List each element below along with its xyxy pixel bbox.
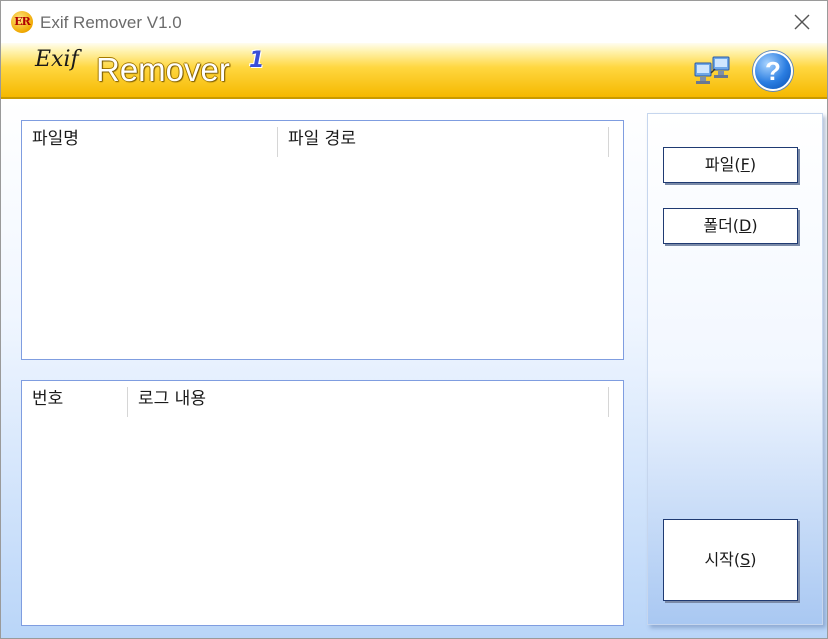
app-window: ER Exif Remover V1.0 Exif Remover 1 ? 파일…: [0, 0, 828, 639]
help-icon[interactable]: ?: [753, 51, 793, 91]
file-list-header: 파일명 파일 경로: [22, 121, 623, 157]
start-button-label-end: ): [750, 550, 757, 569]
logo-remover-text: Remover: [96, 51, 230, 88]
column-header-log-content[interactable]: 로그 내용: [128, 381, 608, 417]
file-button-label: 파일(: [704, 155, 741, 174]
logo-version-text: 1: [249, 48, 265, 73]
close-icon[interactable]: [789, 9, 815, 35]
file-button-label-end: ): [749, 155, 757, 174]
network-computer-icon[interactable]: [693, 53, 733, 89]
title-bar[interactable]: ER Exif Remover V1.0: [1, 1, 827, 43]
folder-button[interactable]: 폴더(D): [663, 208, 798, 244]
column-header-filepath[interactable]: 파일 경로: [278, 121, 608, 157]
main-content: 파일명 파일 경로 번호 로그 내용 파일(F) 폴더(D) 시작(S): [1, 99, 827, 638]
start-button-mnemonic: S: [740, 550, 751, 569]
column-header-filename[interactable]: 파일명: [22, 121, 277, 157]
app-banner: Exif Remover 1 ?: [1, 43, 827, 99]
start-button[interactable]: 시작(S): [663, 519, 798, 601]
column-divider[interactable]: [608, 387, 609, 417]
column-header-number[interactable]: 번호: [22, 381, 127, 417]
logo-exif-text: Exif: [35, 47, 79, 72]
action-panel: 파일(F) 폴더(D) 시작(S): [647, 113, 823, 625]
folder-button-label: 폴더(: [703, 216, 740, 235]
file-button[interactable]: 파일(F): [663, 147, 798, 183]
window-title: Exif Remover V1.0: [40, 13, 182, 32]
folder-button-mnemonic: D: [739, 216, 752, 235]
column-divider[interactable]: [608, 127, 609, 157]
folder-button-label-end: ): [751, 216, 758, 235]
app-icon: ER: [11, 11, 33, 33]
file-list[interactable]: 파일명 파일 경로: [21, 120, 624, 360]
file-button-mnemonic: F: [740, 155, 750, 174]
log-list-header: 번호 로그 내용: [22, 381, 623, 417]
log-list[interactable]: 번호 로그 내용: [21, 380, 624, 626]
start-button-label: 시작(: [704, 550, 741, 569]
